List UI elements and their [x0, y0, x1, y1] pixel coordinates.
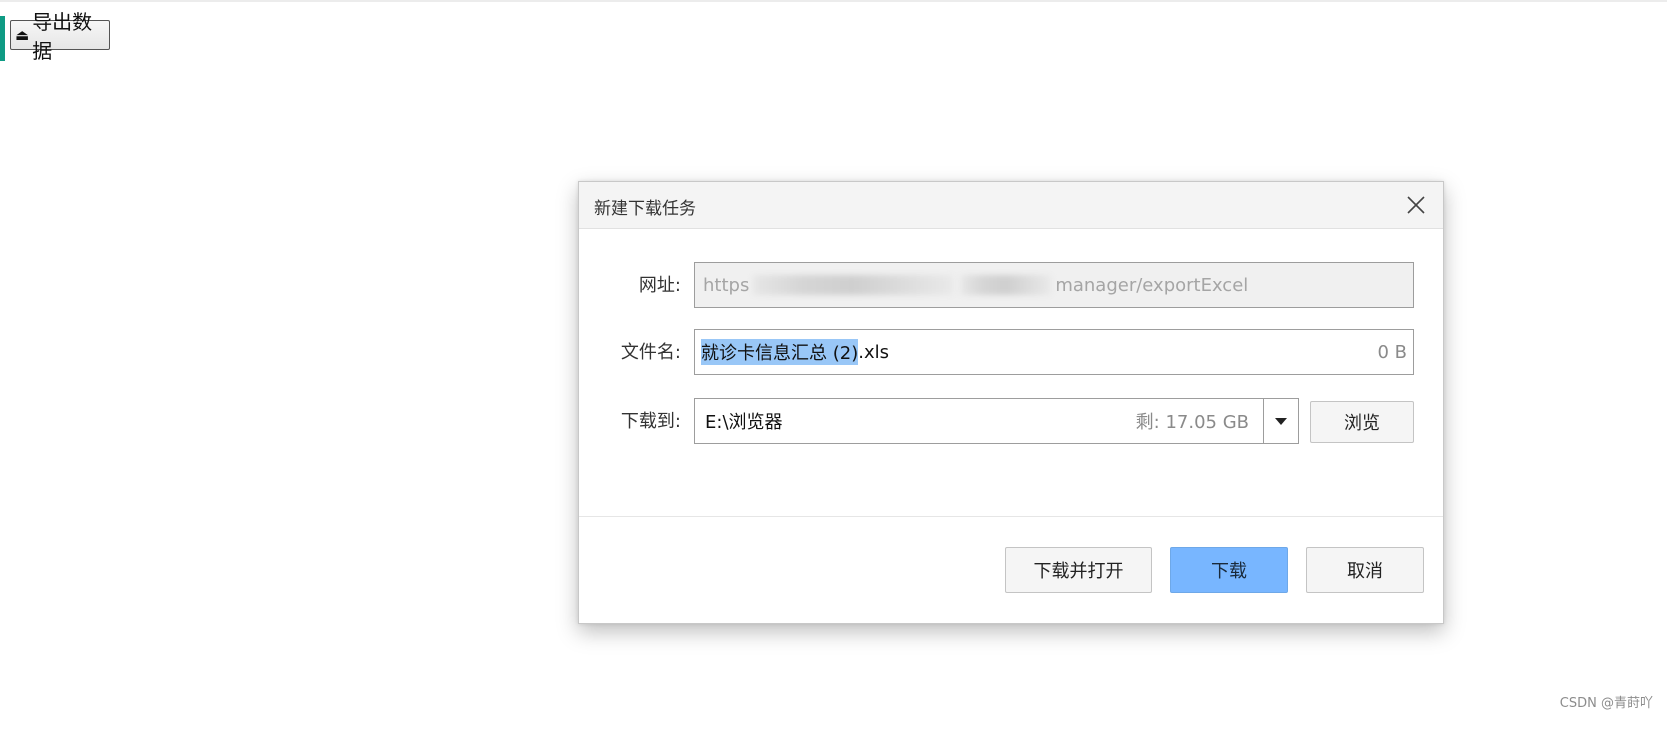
new-download-dialog: 新建下载任务 网址: https manager/exportExcel 文件名…	[578, 181, 1444, 624]
filename-input[interactable]: 就诊卡信息汇总 (2) .xls 0 B	[694, 329, 1414, 375]
browser-page: ⏏ 导出数据 新建下载任务 网址: https manager/exportEx…	[0, 0, 1667, 733]
accent-bar	[0, 16, 5, 61]
dialog-divider	[579, 516, 1443, 517]
url-redacted	[753, 275, 954, 295]
url-label: 网址:	[638, 275, 681, 296]
filename-extension: .xls	[858, 341, 889, 363]
browse-button[interactable]: 浏览	[1310, 401, 1414, 443]
file-size: 0 B	[1377, 341, 1407, 363]
url-redacted-2	[961, 275, 1052, 295]
filename-label: 文件名:	[620, 342, 681, 363]
filename-selected: 就诊卡信息汇总 (2)	[701, 339, 859, 365]
save-path-input[interactable]: E:\浏览器 剩: 17.05 GB	[694, 398, 1264, 444]
download-button[interactable]: 下载	[1170, 547, 1288, 593]
url-suffix: manager/exportExcel	[1055, 274, 1249, 296]
free-space: 剩: 17.05 GB	[1135, 412, 1249, 433]
url-field: https manager/exportExcel	[694, 262, 1414, 308]
path-dropdown-button[interactable]	[1264, 398, 1299, 444]
top-border	[0, 0, 1667, 2]
dialog-title: 新建下载任务	[594, 199, 696, 219]
export-upload-icon: ⏏	[15, 26, 30, 44]
save-to-label: 下载到:	[620, 411, 681, 432]
save-path: E:\浏览器	[705, 412, 783, 433]
watermark: CSDN @青莳吖	[1559, 696, 1653, 711]
close-icon[interactable]	[1403, 192, 1429, 218]
chevron-down-icon	[1275, 417, 1287, 425]
export-data-button[interactable]: ⏏ 导出数据	[10, 10, 110, 63]
dialog-header: 新建下载任务	[579, 182, 1443, 229]
download-and-open-button[interactable]: 下载并打开	[1005, 547, 1152, 593]
export-data-label: 导出数据	[32, 10, 93, 63]
cancel-button[interactable]: 取消	[1306, 547, 1424, 593]
url-prefix: https	[703, 274, 750, 296]
